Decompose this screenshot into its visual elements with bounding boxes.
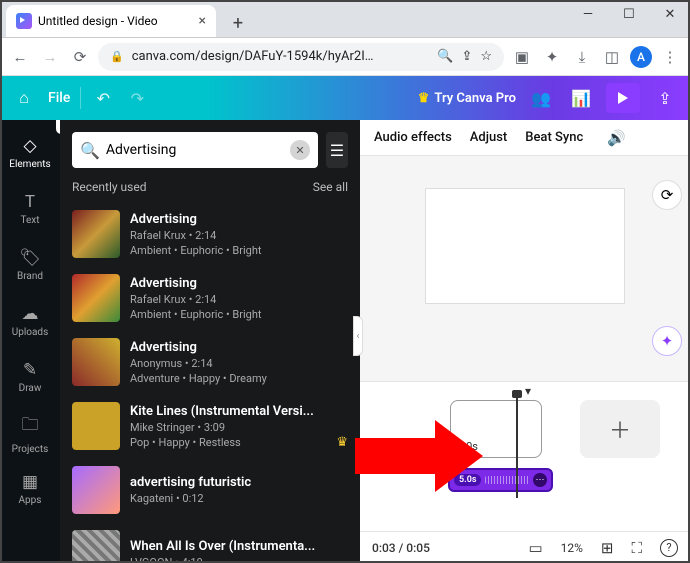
share-page-icon[interactable]: ⇪ [461, 49, 472, 64]
crown-icon: ♛ [418, 91, 430, 106]
share-icon[interactable]: ⇪ [650, 83, 680, 113]
reset-icon[interactable]: ⟳ [652, 180, 682, 210]
window-minimize-icon[interactable]: — [568, 0, 608, 28]
text-icon: T [25, 192, 35, 212]
sliders-icon: ☰ [330, 141, 344, 160]
recent-heading: Recently used [72, 180, 146, 194]
grid-view-icon[interactable]: ⊞ [601, 539, 614, 557]
rail-apps[interactable]: ▦Apps [0, 462, 60, 516]
tab-title: Untitled design - Video [38, 14, 193, 28]
profile-avatar[interactable]: A [630, 46, 652, 68]
close-tab-icon[interactable]: × [199, 13, 206, 29]
redo-icon[interactable]: ↷ [125, 89, 149, 108]
filter-button[interactable]: ☰ [326, 132, 348, 168]
audio-track[interactable]: Kite Lines (Instrumental Versi...Mike St… [72, 394, 348, 458]
window-close-icon[interactable]: ✕ [650, 0, 690, 28]
canva-favicon [16, 13, 32, 29]
premium-crown-icon: ♛ [336, 435, 348, 450]
audio-clip-menu-icon[interactable]: ⋯ [533, 473, 547, 487]
forward-icon[interactable]: → [38, 45, 62, 69]
audio-track[interactable]: When All Is Over (Instrumenta...LVGOON •… [72, 522, 348, 563]
canvas-page[interactable] [425, 188, 625, 304]
clear-search-icon[interactable]: ✕ [290, 140, 310, 160]
undo-icon[interactable]: ↶ [91, 89, 115, 108]
rail-brand[interactable]: 🏷Brand [0, 238, 60, 292]
track-thumbnail [72, 466, 120, 514]
window-maximize-icon[interactable]: ☐ [609, 0, 649, 28]
expand-panel-handle[interactable]: ‹ [353, 316, 363, 356]
playback-time: 0:03 / 0:05 [372, 541, 430, 555]
downloads-icon[interactable]: ⤓ [570, 45, 594, 69]
video-clip[interactable]: 5.0s [450, 400, 542, 458]
add-clip-button[interactable]: ＋ [580, 400, 660, 458]
brand-icon: 🏷 [19, 248, 41, 268]
rail-uploads[interactable]: ☁Uploads [0, 294, 60, 348]
audio-effects-button[interactable]: Audio effects [374, 130, 452, 145]
folder-icon: 🗀 [22, 412, 39, 441]
reload-icon[interactable]: ⟳ [68, 45, 92, 69]
pages-view-icon[interactable]: ▭ [528, 539, 542, 557]
track-thumbnail [72, 338, 120, 386]
audio-duration-pill: 5.0s [454, 474, 481, 486]
present-play-button[interactable] [606, 83, 640, 113]
analytics-icon[interactable]: 📊 [566, 83, 596, 113]
fullscreen-icon[interactable]: ⛶ [631, 539, 642, 557]
magic-sparkle-icon[interactable]: ✦ [652, 326, 682, 356]
track-thumbnail [72, 210, 120, 258]
see-all-link[interactable]: See all [313, 180, 348, 194]
extensions-puzzle-icon[interactable]: ✦ [540, 45, 564, 69]
bookmark-icon[interactable]: ☆ [480, 49, 492, 64]
beat-sync-button[interactable]: Beat Sync [525, 130, 583, 145]
rail-draw[interactable]: ✎Draw [0, 350, 60, 404]
rail-elements[interactable]: ◇Elements [0, 126, 60, 180]
back-icon[interactable]: ← [8, 45, 32, 69]
adjust-button[interactable]: Adjust [470, 130, 507, 145]
shapes-icon: ◇ [23, 136, 36, 156]
chrome-menu-icon[interactable]: ⋮ [658, 45, 682, 69]
audio-track[interactable]: AdvertisingAnonymus • 2:14Adventure • Ha… [72, 330, 348, 394]
try-pro-button[interactable]: ♛ Try Canva Pro [418, 91, 516, 106]
zoom-level[interactable]: 12% [561, 541, 583, 555]
zoom-indicator-icon[interactable]: 🔍 [437, 49, 453, 64]
volume-icon[interactable]: 🔊 [607, 129, 626, 147]
rail-projects[interactable]: 🗀Projects [0, 406, 60, 460]
rail-text[interactable]: TText [0, 182, 60, 236]
cloud-upload-icon: ☁ [22, 304, 39, 324]
file-menu[interactable]: File [48, 90, 70, 106]
extension-icon-1[interactable]: ▣ [510, 45, 534, 69]
search-icon: 🔍 [80, 141, 100, 160]
browser-tab[interactable]: Untitled design - Video × [6, 5, 216, 37]
timeline-marker-icon: ▾ [525, 384, 531, 398]
audio-track[interactable]: AdvertisingRafael Krux • 2:14Ambient • E… [72, 266, 348, 330]
pencil-icon: ✎ [23, 360, 37, 380]
lock-icon: 🔒 [110, 50, 124, 63]
search-input[interactable] [106, 142, 284, 158]
help-icon[interactable]: ? [660, 539, 678, 557]
audio-clip[interactable]: 5.0s ⋯ [448, 468, 553, 492]
track-thumbnail [72, 530, 120, 563]
waveform-icon [485, 476, 529, 484]
url-box[interactable]: 🔒 canva.com/design/DAFuY-1594k/hyAr2I… 🔍… [98, 43, 504, 71]
sidepanel-icon[interactable]: ◫ [600, 45, 624, 69]
collaborators-icon[interactable]: 👥 [526, 83, 556, 113]
audio-track[interactable]: advertising futuristicKagateni • 0:12 [72, 458, 348, 522]
audio-track[interactable]: AdvertisingRafael Krux • 2:14Ambient • E… [72, 202, 348, 266]
new-tab-button[interactable]: + [224, 9, 252, 37]
search-box[interactable]: 🔍 ✕ [72, 132, 318, 168]
home-icon[interactable]: ⌂ [10, 84, 38, 112]
track-thumbnail [72, 274, 120, 322]
grid-icon: ▦ [22, 472, 38, 492]
track-thumbnail [72, 402, 120, 450]
timeline-playhead[interactable] [516, 392, 518, 498]
url-text: canva.com/design/DAFuY-1594k/hyAr2I… [132, 49, 374, 64]
